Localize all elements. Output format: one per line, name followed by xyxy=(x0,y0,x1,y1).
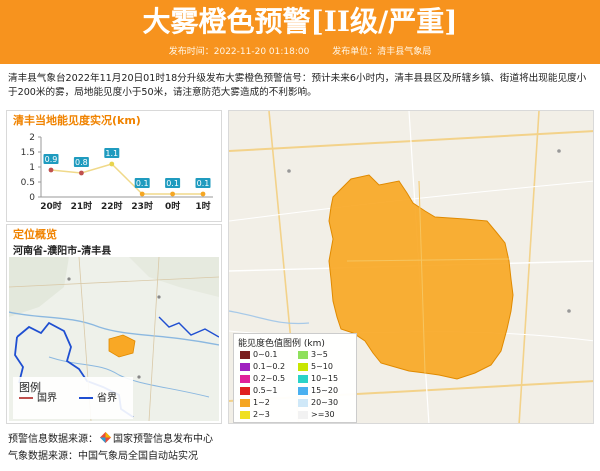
legend-swatch xyxy=(240,386,250,395)
visibility-series-line xyxy=(50,163,203,195)
weather-source: 气象数据来源：中国气象局全国自动站实况 xyxy=(8,451,198,462)
visibility-legend-item: 0.5~1 xyxy=(240,386,278,395)
publisher: 发布单位：清丰县气象局 xyxy=(332,47,432,57)
province-border-swatch xyxy=(79,397,93,399)
visibility-color-legend: 能见度色值图例 (km) 0~0.1 3~5 0.1~0.2 5~10 0.2~0.5 1… xyxy=(233,333,357,423)
visibility-legend-item: 15~20 xyxy=(298,386,338,395)
visibility-point xyxy=(79,170,84,176)
publish-time: 发布时间：2022-11-20 01:18:00 xyxy=(168,47,310,57)
legend-swatch xyxy=(298,374,308,383)
legend-label: 10~15 xyxy=(311,374,339,383)
legend-swatch xyxy=(240,374,250,383)
nmc-logo-icon xyxy=(100,432,111,443)
legend-label: 0.1~0.2 xyxy=(253,362,286,371)
visibility-point xyxy=(200,191,206,197)
main-map[interactable]: 能见度色值图例 (km) 0~0.1 3~5 0.1~0.2 5~10 0.2~0.5 1… xyxy=(228,110,594,424)
x-tick-label: 21时 xyxy=(71,200,93,212)
visibility-legend-item: 5~10 xyxy=(298,362,333,371)
visibility-legend-item: 2~3 xyxy=(240,410,270,419)
warning-title: 大雾橙色预警[II级/严重] xyxy=(142,5,458,38)
legend-swatch xyxy=(240,398,250,407)
visibility-data-label: 0.1 xyxy=(136,179,149,188)
legend-label: 15~20 xyxy=(311,386,339,395)
legend-label: 2~3 xyxy=(253,410,270,419)
visibility-chart: 0 0.5 1 1.5 2 0.9 20时 0.8 21时 1.1 22时 0.1 23时 0.1 0时 0.… xyxy=(21,133,213,212)
x-tick-label: 0时 xyxy=(165,200,180,212)
y-tick-label: 2 xyxy=(29,133,35,143)
warning-source: 预警信息数据来源： 国家预警信息发布中心 xyxy=(8,432,213,445)
legend-label: 0.5~1 xyxy=(253,386,278,395)
visibility-data-label: 0.8 xyxy=(75,158,88,167)
visibility-data-label: 0.9 xyxy=(45,155,58,164)
visibility-panel-title: 清丰当地能见度实况(km) xyxy=(13,114,141,127)
location-panel: 定位概览 河南省-濮阳市-清丰县 图例 国界 省界 xyxy=(6,224,222,424)
warning-source-name: 国家预警信息发布中心 xyxy=(113,434,213,445)
legend-province-border: 省界 xyxy=(79,393,117,405)
warning-description: 清丰县气象台2022年11月20日01时18分升级发布大雾橙色预警信号：预计未来… xyxy=(8,73,587,98)
legend-swatch xyxy=(240,362,250,371)
visibility-data-label: 0.1 xyxy=(166,179,179,188)
visibility-data-label: 0.1 xyxy=(197,179,210,188)
legend-swatch xyxy=(298,398,308,407)
legend-label: 3~5 xyxy=(311,350,328,359)
x-tick-label: 23时 xyxy=(131,200,153,212)
visibility-legend-item: 1~2 xyxy=(240,398,270,407)
legend-label: 0~0.1 xyxy=(253,350,278,359)
legend-swatch xyxy=(240,350,250,359)
visibility-point xyxy=(139,191,145,197)
legend-swatch xyxy=(298,386,308,395)
warning-header: 大雾橙色预警[II级/严重] 发布时间：2022-11-20 01:18:00 … xyxy=(0,0,600,64)
location-panel-title: 定位概览 xyxy=(13,228,57,241)
legend-national-border: 国界 xyxy=(19,393,57,405)
overview-map[interactable]: 图例 国界 省界 xyxy=(9,257,219,421)
visibility-point xyxy=(48,167,54,173)
y-tick-label: 0 xyxy=(29,193,35,203)
y-tick-label: 1 xyxy=(29,163,35,173)
y-tick-label: 0.5 xyxy=(21,178,35,188)
x-tick-label: 1时 xyxy=(195,200,210,212)
national-border-swatch xyxy=(19,397,33,399)
y-tick-label: 1.5 xyxy=(21,148,35,158)
legend-label: 5~10 xyxy=(311,362,333,371)
legend-swatch xyxy=(298,410,308,419)
visibility-legend-item: >=30 xyxy=(298,410,335,419)
legend-swatch xyxy=(240,410,250,419)
visibility-legend-item: 0.1~0.2 xyxy=(240,362,285,371)
visibility-panel: 清丰当地能见度实况(km) 0 0.5 1 1.5 2 0.9 20时 0.8 21时 1.1 22… xyxy=(6,110,222,222)
legend-label: >=30 xyxy=(311,410,335,419)
visibility-legend-item: 3~5 xyxy=(298,350,328,359)
legend-label: 1~2 xyxy=(253,398,270,407)
legend-label: 20~30 xyxy=(311,398,339,407)
legend-label: 0.2~0.5 xyxy=(253,374,286,383)
visibility-legend-item: 10~15 xyxy=(298,374,338,383)
location-name: 河南省-濮阳市-清丰县 xyxy=(13,246,112,257)
legend-swatch xyxy=(298,362,308,371)
visibility-legend-item: 0.2~0.5 xyxy=(240,374,285,383)
warning-meta: 发布时间：2022-11-20 01:18:00 发布单位：清丰县气象局 xyxy=(0,46,600,58)
legend-swatch xyxy=(298,350,308,359)
visibility-data-label: 1.1 xyxy=(105,149,118,158)
x-tick-label: 20时 xyxy=(40,200,62,212)
visibility-legend-item: 20~30 xyxy=(298,398,338,407)
visibility-point xyxy=(170,191,176,197)
visibility-legend-title: 能见度色值图例 (km) xyxy=(238,339,325,349)
visibility-legend-item: 0~0.1 xyxy=(240,350,278,359)
overview-legend: 图例 国界 省界 xyxy=(13,377,133,419)
visibility-point xyxy=(109,161,115,167)
x-tick-label: 22时 xyxy=(101,200,123,212)
